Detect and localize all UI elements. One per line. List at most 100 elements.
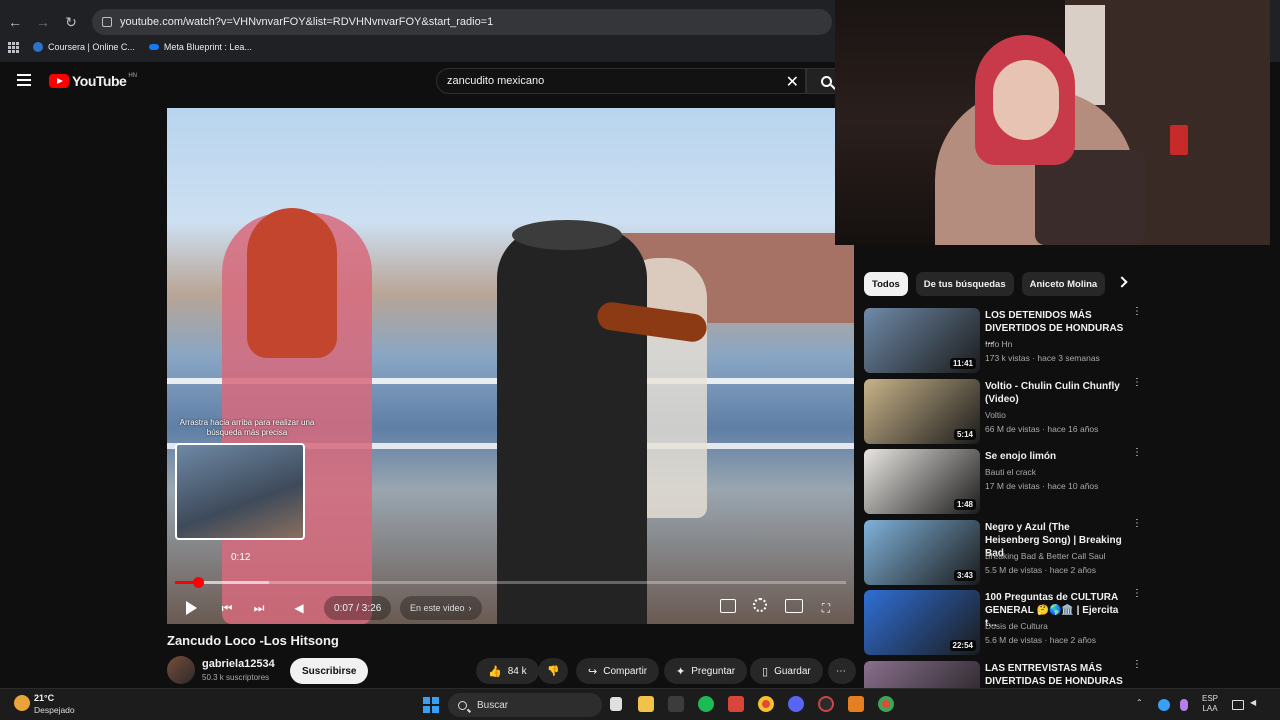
recommendation-thumbnail[interactable]: 5:14 (864, 378, 980, 444)
player-controls: ⏮ ⏭ ◀ 0:07 / 3:26 En este video › ⛶ (167, 592, 854, 624)
back-arrow-icon[interactable]: ← (2, 9, 28, 35)
subtitles-button[interactable] (720, 599, 736, 613)
site-info-icon[interactable] (102, 17, 112, 27)
play-button[interactable] (181, 596, 201, 620)
country-code: HN (128, 73, 137, 79)
language-indicator[interactable]: ESP LAA (1202, 694, 1218, 714)
forward-arrow-icon[interactable]: → (30, 9, 56, 35)
search-input[interactable]: zancudito mexicano ✕ (436, 68, 806, 94)
recommendation-channel[interactable]: Dosis de Cultura (985, 621, 1048, 631)
recommendation-item[interactable]: 5:14 Voltio - Chulin Culin Chunfly (Video… (864, 377, 1144, 445)
ask-button[interactable]: ✦ Preguntar (664, 658, 748, 684)
address-bar[interactable]: youtube.com/watch?v=VHNvnvarFOY&list=RDV… (92, 9, 832, 35)
chevron-right-icon[interactable] (1116, 276, 1128, 288)
video-player[interactable]: Arrastra hacia arriba para realizar una … (167, 108, 854, 624)
discord-icon[interactable] (788, 696, 804, 712)
bookmark-icon: ▯ (762, 665, 769, 678)
microphone-icon[interactable] (1180, 699, 1188, 711)
recommendation-channel[interactable]: Voltio (985, 410, 1006, 420)
bookmark-coursera[interactable]: Coursera | Online C... (33, 42, 135, 52)
speaker-icon[interactable]: ◀ (1250, 698, 1256, 708)
progress-bar[interactable] (175, 577, 846, 588)
youtube-play-icon (49, 74, 69, 88)
volume-button[interactable]: ◀ (289, 596, 309, 620)
weather-sun-icon[interactable] (14, 695, 30, 711)
more-vertical-icon[interactable]: ⋮ (1132, 518, 1142, 528)
recommendation-item[interactable]: 1:48 Se enojo limón Bauti el crack 17 M de … (864, 448, 1144, 515)
chrome-icon[interactable] (758, 696, 774, 712)
more-vertical-icon[interactable]: ⋮ (1132, 307, 1142, 317)
recommendation-thumbnail[interactable]: 22:54 (864, 590, 980, 655)
more-vertical-icon[interactable]: ⋮ (1132, 377, 1142, 387)
recommendation-meta: 17 M de vistas · hace 10 años (985, 481, 1099, 491)
recommendation-thumbnail[interactable]: 11:41 (864, 308, 980, 373)
progress-scrubber[interactable] (193, 577, 205, 588)
menu-icon[interactable] (17, 74, 31, 86)
video-title: Zancudo Loco -Los Hitsong (167, 633, 339, 648)
lang-top: ESP (1202, 694, 1219, 703)
youtube-logo[interactable]: YouTube HN (49, 73, 137, 89)
chip-aniceto-molina[interactable]: Aniceto Molina (1021, 272, 1106, 296)
windows-start-icon[interactable] (423, 697, 439, 713)
recommendation-item[interactable]: 3:43 Negro y Azul (The Heisenberg Song) |… (864, 518, 1144, 586)
reload-icon[interactable]: ↻ (58, 9, 84, 35)
recommendation-thumbnail[interactable]: 1:48 (864, 449, 980, 514)
video-duration: 5:14 (953, 428, 976, 440)
spotify-icon[interactable] (698, 696, 714, 712)
recommendation-item[interactable]: 22:54 100 Preguntas de CULTURA GENERAL 🤔🌎… (864, 589, 1144, 656)
clear-search-icon[interactable]: ✕ (786, 72, 799, 92)
app-icon[interactable] (668, 696, 684, 712)
recommendation-channel[interactable]: Bauti el crack (985, 467, 1036, 477)
recommendation-title[interactable]: Voltio - Chulin Culin Chunfly (Video) (985, 380, 1125, 406)
recommendation-title[interactable]: Se enojo limón (985, 450, 1125, 463)
theater-mode-button[interactable] (785, 599, 803, 613)
share-button[interactable]: ↪ Compartir (576, 658, 660, 684)
chip-from-searches[interactable]: De tus búsquedas (915, 272, 1014, 296)
share-icon: ↪ (588, 665, 598, 678)
subscribe-button[interactable]: Suscribirse (290, 658, 369, 684)
search-icon (820, 75, 832, 87)
tray-app-icon[interactable] (1158, 699, 1170, 711)
recommendation-channel[interactable]: Info Hn (985, 339, 1012, 349)
recommendation-thumbnail[interactable]: 3:43 (864, 519, 980, 585)
url-text: youtube.com/watch?v=VHNvnvarFOY&list=RDV… (120, 16, 494, 28)
recommendation-meta: 5.6 M de vistas · hace 2 años (985, 635, 1097, 645)
more-vertical-icon[interactable]: ⋮ (1132, 589, 1142, 599)
like-button[interactable]: 👍 84 k (476, 658, 539, 684)
lang-bottom: LAA (1202, 704, 1218, 713)
weather-temperature[interactable]: 21°C (34, 693, 54, 703)
chapter-button[interactable]: En este video › (400, 596, 482, 620)
next-button[interactable]: ⏭ (249, 596, 269, 620)
chevron-up-icon[interactable]: ⌃ (1136, 698, 1143, 708)
channel-label: Breaking Bad & Better Call Saul (985, 550, 1106, 561)
app-icon[interactable] (848, 696, 864, 712)
network-icon[interactable] (1232, 700, 1244, 710)
apps-grid-icon[interactable] (8, 41, 19, 53)
dislike-button[interactable]: 👎 (538, 658, 568, 684)
video-duration: 3:43 (953, 569, 976, 581)
fullscreen-button[interactable]: ⛶ (817, 596, 835, 620)
game-icon[interactable] (728, 696, 744, 712)
taskbar-search[interactable]: Buscar (448, 693, 602, 717)
channel-name[interactable]: gabriela12534 (202, 658, 275, 670)
webcam-face (993, 60, 1059, 140)
settings-gear-icon[interactable] (753, 598, 767, 612)
next-icon: ⏭ (253, 600, 265, 615)
previous-button[interactable]: ⏮ (217, 596, 237, 620)
more-vertical-icon[interactable]: ⋮ (1132, 448, 1142, 458)
obs-icon[interactable] (818, 696, 834, 712)
more-vertical-icon[interactable]: ⋮ (1132, 659, 1142, 669)
file-explorer-icon[interactable] (638, 696, 654, 712)
task-view-icon[interactable] (610, 697, 622, 711)
save-button[interactable]: ▯ Guardar (750, 658, 823, 684)
video-duration: 1:48 (953, 499, 976, 510)
avatar[interactable] (167, 656, 195, 684)
filter-chips: Todos De tus búsquedas Aniceto Molina (864, 272, 1113, 296)
recommendation-item[interactable]: 11:41 LOS DETENIDOS MÁS DIVERTIDOS DE HON… (864, 307, 1144, 374)
chip-all[interactable]: Todos (864, 272, 908, 296)
like-count: 84 k (507, 665, 527, 677)
chrome-icon[interactable] (878, 696, 894, 712)
more-actions-button[interactable]: ⋯ (828, 658, 856, 684)
recommendation-channel[interactable]: Breaking Bad & Better Call Saul (985, 551, 1105, 561)
bookmark-meta-blueprint[interactable]: Meta Blueprint : Lea... (148, 42, 252, 52)
